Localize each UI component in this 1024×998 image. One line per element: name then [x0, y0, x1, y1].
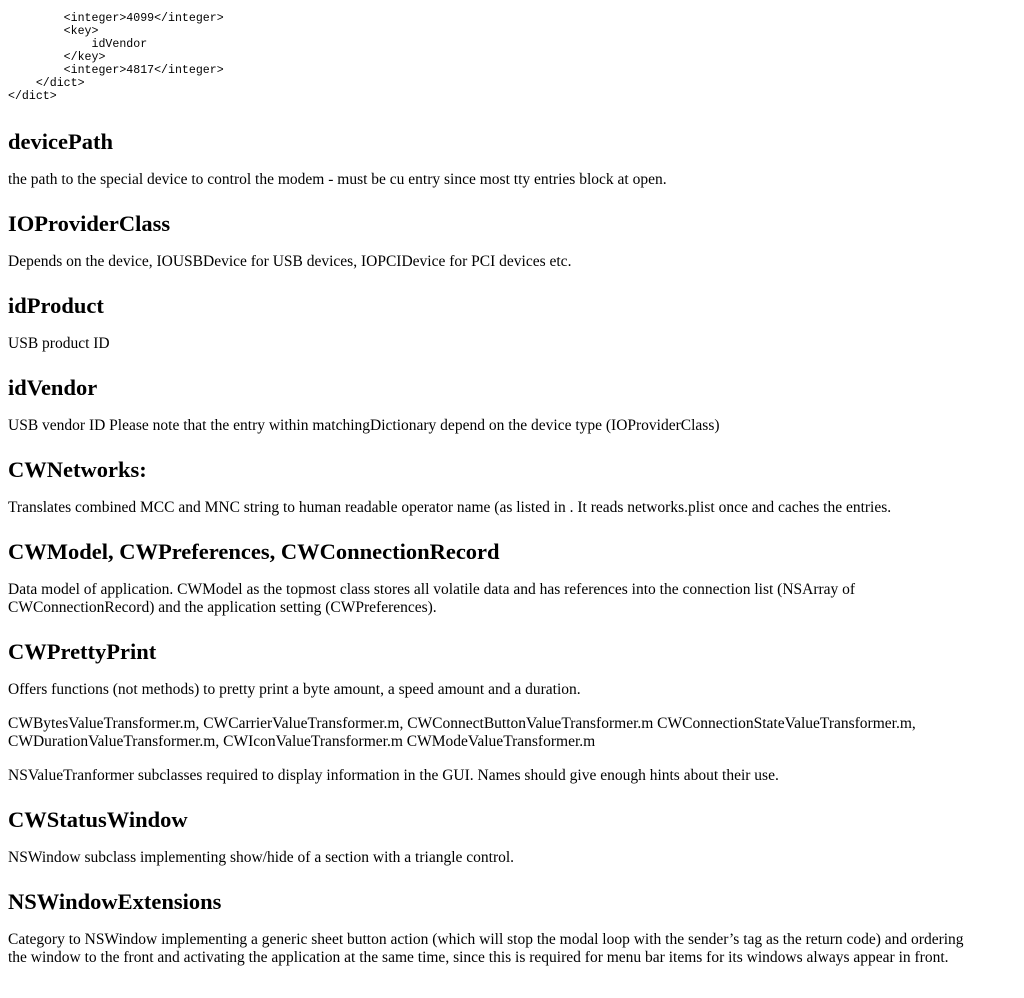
section-heading: NSWindowExtensions [8, 889, 222, 914]
section-text: NSWindow subclass implementing show/hide… [8, 849, 515, 866]
section-heading: CWNetworks: [8, 457, 147, 482]
code-line: <integer>4099</integer> [8, 12, 224, 25]
section-text: Data model of application. CWModel as th… [8, 581, 1008, 617]
section-cwmodel: CWModel, CWPreferences, CWConnectionReco… [8, 539, 1008, 617]
code-block: <integer>4099</integer> <key> idVendor <… [8, 0, 1008, 103]
text-line: Data model of application. CWModel as th… [8, 581, 856, 598]
code-line: </dict> [8, 77, 85, 90]
section-cwprettyprint: CWPrettyPrint Offers functions (not meth… [8, 639, 1008, 785]
text-line: CWDurationValueTransformer.m, CWIconValu… [8, 733, 596, 750]
section-note: NSValueTranformer subclasses required to… [8, 767, 779, 784]
section-text: Offers functions (not methods) to pretty… [8, 681, 581, 698]
code-line: idVendor [8, 38, 148, 51]
section-text: the path to the special device to contro… [8, 171, 667, 188]
section-heading: CWModel, CWPreferences, CWConnectionReco… [8, 539, 500, 564]
section-cwstatuswindow: CWStatusWindow NSWindow subclass impleme… [8, 807, 1008, 867]
section-devicepath: devicePath the path to the special devic… [8, 129, 1008, 189]
text-line: CWConnectionRecord) and the application … [8, 599, 437, 616]
section-heading: CWStatusWindow [8, 807, 188, 832]
code-line: <key> [8, 25, 99, 38]
section-heading: idVendor [8, 375, 98, 400]
section-text: USB vendor ID Please note that the entry… [8, 417, 720, 434]
text-line: CWBytesValueTransformer.m, CWCarrierValu… [8, 715, 916, 732]
section-heading: idProduct [8, 293, 104, 318]
section-ioproviderclass: IOProviderClass Depends on the device, I… [8, 211, 1008, 271]
section-text: Category to NSWindow implementing a gene… [8, 931, 1008, 967]
section-nswindowextensions: NSWindowExtensions Category to NSWindow … [8, 889, 1008, 967]
section-heading: CWPrettyPrint [8, 639, 157, 664]
document-page: <integer>4099</integer> <key> idVendor <… [8, 0, 1008, 967]
section-idvendor: idVendor USB vendor ID Please note that … [8, 375, 1008, 435]
section-text: Translates combined MCC and MNC string t… [8, 499, 892, 516]
section-idproduct: idProduct USB product ID [8, 293, 1008, 353]
file-list: CWBytesValueTransformer.m, CWCarrierValu… [8, 715, 1008, 751]
code-line: </dict> [8, 90, 57, 103]
section-heading: devicePath [8, 129, 113, 154]
code-line: </key> [8, 51, 106, 64]
text-line: the window to the front and activating t… [8, 949, 949, 966]
section-cwnetworks: CWNetworks: Translates combined MCC and … [8, 457, 1008, 517]
section-text: Depends on the device, IOUSBDevice for U… [8, 253, 572, 270]
section-heading: IOProviderClass [8, 211, 171, 236]
text-line: Category to NSWindow implementing a gene… [8, 931, 964, 948]
code-line: <integer>4817</integer> [8, 64, 224, 77]
section-text: USB product ID [8, 335, 110, 352]
